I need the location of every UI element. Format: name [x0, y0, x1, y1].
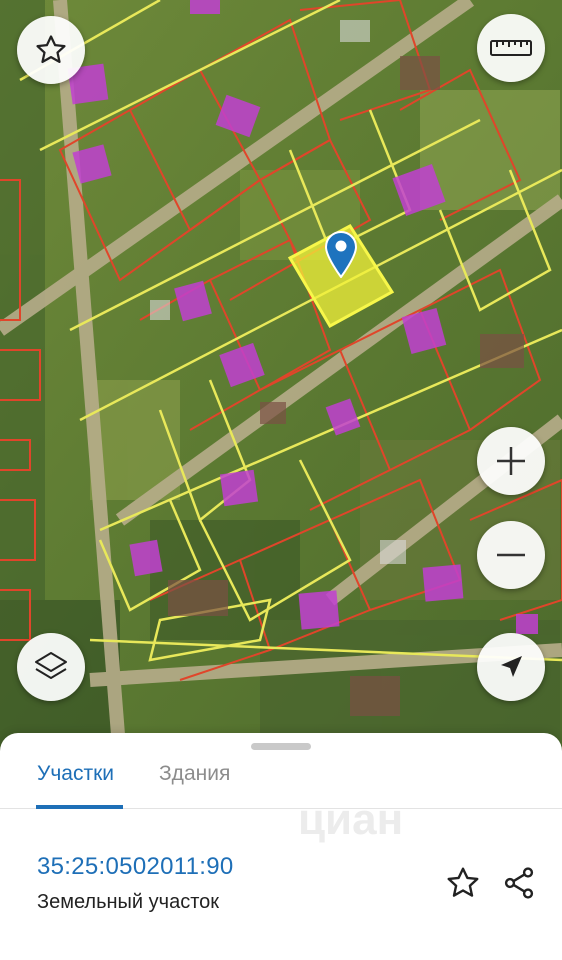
share-button[interactable] — [499, 863, 539, 903]
cadastral-number[interactable]: 35:25:0502011:90 — [37, 853, 234, 881]
plus-icon — [497, 447, 525, 475]
share-icon — [504, 867, 534, 899]
map-pin-icon[interactable] — [324, 230, 358, 279]
bottom-sheet: Участки Здания циан 35:25:0502011:90 Зем… — [0, 733, 562, 960]
sheet-grabber[interactable] — [251, 743, 311, 750]
tab-parcels[interactable]: Участки — [37, 762, 114, 786]
tab-buildings[interactable]: Здания — [159, 762, 230, 786]
layers-icon — [35, 652, 67, 679]
zoom-in-button[interactable] — [477, 427, 545, 495]
add-favorite-button[interactable] — [443, 863, 483, 903]
zoom-out-button[interactable] — [477, 521, 545, 589]
star-icon — [36, 35, 66, 64]
favorite-button[interactable] — [17, 16, 85, 84]
active-tab-indicator — [36, 805, 123, 809]
minus-icon — [497, 553, 525, 557]
parcel-type: Земельный участок — [37, 891, 220, 913]
my-location-button[interactable] — [477, 633, 545, 701]
tab-bar: Участки Здания — [0, 751, 562, 809]
layers-button[interactable] — [17, 633, 85, 701]
star-outline-icon — [447, 867, 479, 897]
satellite-map[interactable] — [0, 0, 562, 760]
map-view[interactable] — [0, 0, 562, 760]
watermark: циан — [298, 795, 404, 844]
ruler-icon — [490, 40, 532, 56]
navigation-arrow-icon — [501, 656, 522, 677]
ruler-button[interactable] — [477, 14, 545, 82]
